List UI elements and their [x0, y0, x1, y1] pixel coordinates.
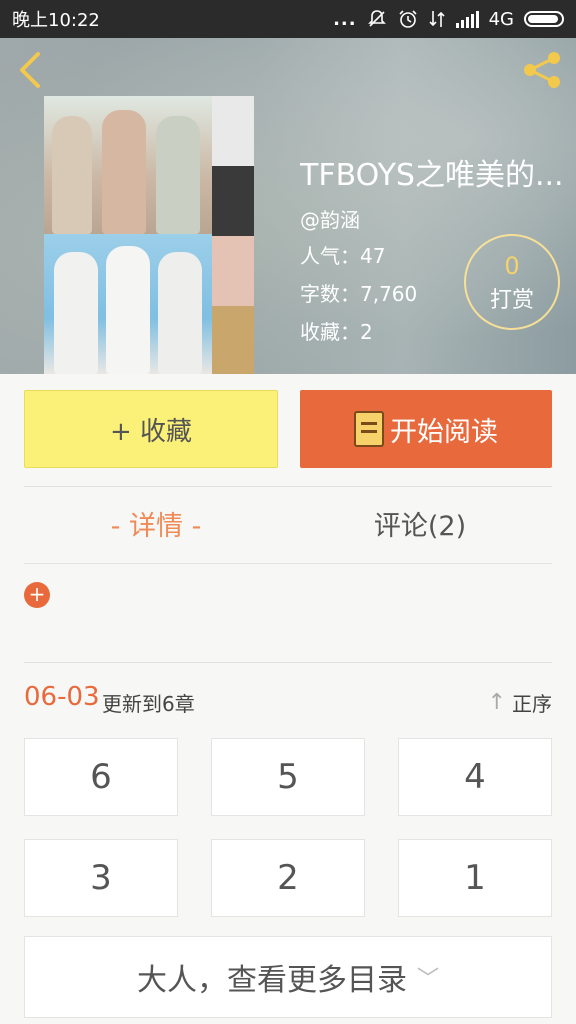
book-title: TFBOYS之唯美的... [300, 158, 564, 193]
up-arrow-icon: ↑ [487, 690, 506, 715]
start-reading-button[interactable]: 开始阅读 [300, 390, 552, 468]
cover-figure [106, 246, 150, 374]
back-icon[interactable] [12, 50, 48, 90]
tip-label: 打赏 [489, 288, 534, 313]
favorite-button[interactable]: + 收藏 [24, 390, 278, 468]
book-popularity: 人气：47 [300, 244, 386, 268]
chapter-button[interactable]: 5 [211, 738, 365, 816]
tip-count: 0 [504, 252, 520, 280]
book-author[interactable]: @韵涵 [300, 204, 360, 233]
book-word-count: 字数：7,760 [300, 282, 418, 306]
chapter-button[interactable]: 2 [211, 839, 365, 917]
book-favorites: 收藏：2 [300, 320, 373, 344]
chapter-button[interactable]: 3 [24, 839, 178, 917]
divider [24, 563, 552, 564]
update-date: 06-03 [24, 682, 100, 712]
cover-panel [212, 306, 254, 374]
status-bar: 晚上10:22 ... 4G [0, 0, 576, 38]
sort-label: 正序 [512, 692, 552, 716]
cover-figure [52, 116, 92, 234]
start-reading-label: 开始阅读 [390, 416, 498, 448]
tip-button[interactable]: 0 打赏 [464, 234, 560, 330]
chevron-down-icon: ﹀ [416, 967, 439, 992]
book-header: TFBOYS之唯美的... @韵涵 人气：47 字数：7,760 收藏：2 0 … [0, 38, 576, 374]
more-chapters-button[interactable]: 大人，查看更多目录 ﹀ [24, 936, 552, 1018]
expand-plus-icon[interactable]: + [24, 582, 50, 608]
more-chapters-label: 大人，查看更多目录 [136, 963, 407, 998]
cover-figure [156, 116, 200, 234]
chapter-button[interactable]: 6 [24, 738, 178, 816]
book-icon [354, 411, 384, 447]
battery-icon [524, 11, 564, 27]
chapter-button[interactable]: 4 [398, 738, 552, 816]
book-cover[interactable] [44, 96, 254, 374]
status-time: 晚上10:22 [12, 10, 100, 31]
chapter-button[interactable]: 1 [398, 839, 552, 917]
more-dots-icon: ... [333, 8, 357, 30]
mute-icon [367, 10, 386, 27]
signal-icon [455, 11, 479, 28]
data-icon [429, 11, 445, 27]
share-icon[interactable] [520, 50, 564, 90]
update-text: 更新到6章 [102, 692, 195, 716]
divider [24, 662, 552, 663]
cover-panel [212, 166, 254, 236]
cover-figure [54, 252, 98, 374]
cover-panel [212, 96, 254, 166]
divider [24, 486, 552, 487]
alarm-icon [399, 10, 417, 28]
tab-detail[interactable]: - 详情 - [24, 496, 288, 558]
cover-figure [102, 110, 146, 234]
sort-button[interactable]: ↑ 正序 [488, 688, 552, 717]
tab-comments[interactable]: 评论(2) [288, 496, 552, 558]
cover-panel [212, 236, 254, 306]
cover-figure [158, 252, 202, 374]
favorite-button-label: + 收藏 [109, 416, 193, 447]
status-icons: ... 4G [333, 9, 564, 30]
network-type: 4G [488, 8, 514, 30]
